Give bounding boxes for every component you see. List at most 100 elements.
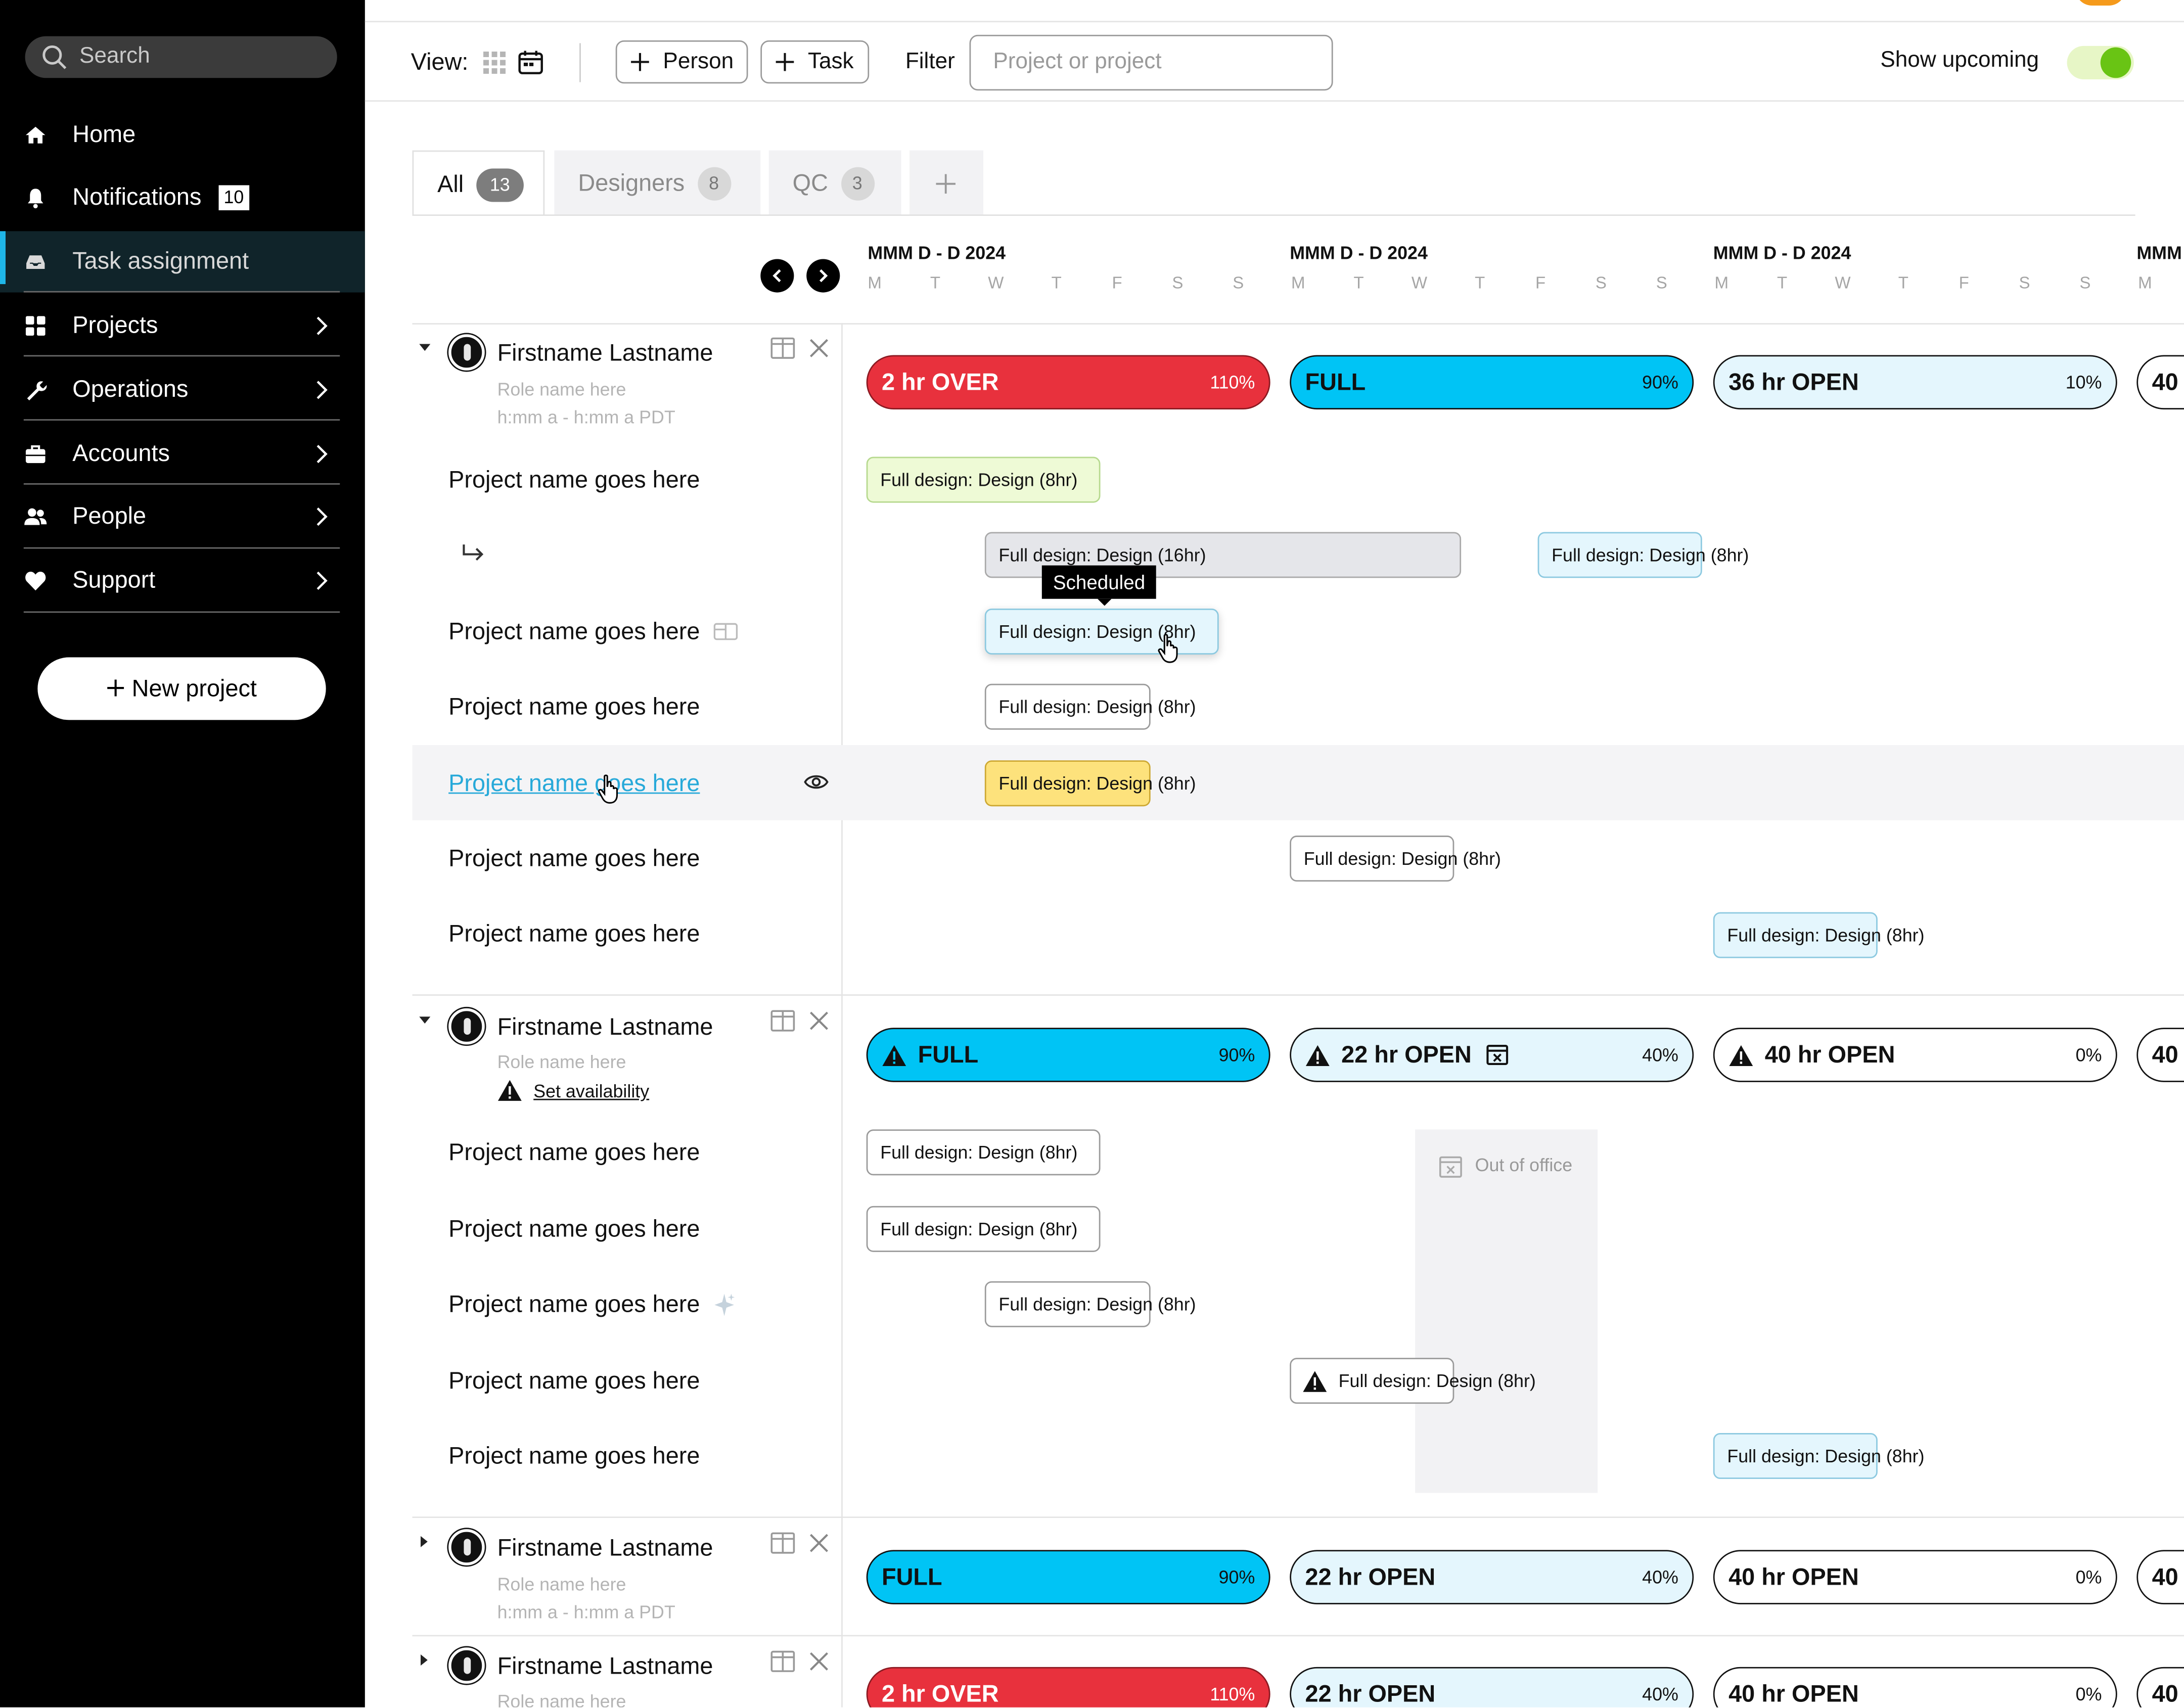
person-name: Firstname Lastname [497,340,713,366]
warning-icon [497,1080,522,1101]
project-name[interactable]: Project name goes here [448,845,700,873]
project-name[interactable]: Project name goes here [448,920,700,948]
prev-week-button[interactable] [760,259,794,293]
plus-icon [107,679,124,697]
eye-icon[interactable] [804,773,829,791]
project-name[interactable]: Project name goes here [448,618,700,646]
capacity-pill[interactable]: 40 [2136,1667,2184,1707]
day-label: S [1172,272,1184,293]
capacity-pill[interactable]: FULL 90% [866,1028,1270,1082]
sidebar-item-operations[interactable]: Operations [0,359,365,421]
close-icon[interactable] [809,338,829,358]
day-label: W [988,272,1004,293]
tab-all[interactable]: All 13 [412,150,545,216]
split-view-icon[interactable] [770,1009,796,1032]
project-name[interactable]: Project name goes here [448,694,700,721]
next-week-button[interactable] [806,259,840,293]
sidebar-item-people[interactable]: People [0,486,365,547]
capacity-pill[interactable]: 40 hr OPEN 0% [1713,1028,2117,1082]
tab-designers[interactable]: Designers 8 [554,150,761,216]
capacity-percent: 0% [2075,1044,2102,1066]
filter-input[interactable]: Project or project [969,34,1333,91]
capacity-pill[interactable]: 22 hr OPEN 40% [1290,1667,1694,1707]
task-chip-hovered[interactable]: Full design: Design (8hr) [984,608,1219,655]
close-icon[interactable] [809,1652,829,1672]
user-avatar[interactable] [2075,0,2126,6]
collapse-caret-icon[interactable] [419,344,431,351]
project-name[interactable]: Project name goes here [448,1368,700,1396]
project-name[interactable]: Project name goes here [448,1216,700,1243]
calendar-view-icon[interactable] [518,50,543,75]
warning-icon [1305,1045,1330,1067]
day-label: F [1112,272,1122,293]
tab-label: All [437,171,464,198]
task-chip[interactable]: Full design: Design (8hr) [984,683,1196,730]
expand-caret-icon[interactable] [421,1536,428,1547]
person-role: Role name here [497,1051,626,1073]
task-chip[interactable]: Full design: Design (8hr) [1537,532,1749,578]
expand-caret-icon[interactable] [421,1654,428,1666]
capacity-pill[interactable]: FULL 90% [1290,355,1694,409]
task-chip[interactable]: Full design: Design (8hr) [1713,912,1925,958]
task-chip[interactable]: Full design: Design (8hr) [984,1281,1196,1327]
sidebar-item-task-assignment[interactable]: Task assignment [0,231,365,293]
task-chip-warning[interactable]: Full design: Design (8hr) [1290,1358,1536,1404]
project-name[interactable]: Project name goes here [448,1443,700,1470]
task-chip[interactable]: Full design: Design (8hr) [984,760,1196,807]
task-chip[interactable]: Full design: Design (8hr) [866,456,1101,503]
close-icon[interactable] [809,1011,829,1031]
task-chip[interactable]: Full design: Design (8hr) [866,1129,1101,1176]
capacity-pill[interactable]: 22 hr OPEN 40% [1290,1550,1694,1604]
capacity-pill[interactable]: 40 [2136,1550,2184,1604]
sidebar-item-label: Operations [72,376,189,403]
capacity-pill[interactable]: 22 hr OPEN 40% [1290,1028,1694,1082]
task-chip[interactable]: Full design: Design (8hr) [1713,1433,1925,1479]
add-tab-button[interactable] [909,150,984,216]
project-link[interactable]: Project name goes here [448,770,700,798]
grid-view-icon[interactable] [483,51,506,74]
show-upcoming-toggle[interactable] [2067,45,2134,80]
tab-label: Designers [578,170,685,197]
tab-qc[interactable]: QC 3 [768,150,901,216]
project-name[interactable]: Project name goes here [448,467,700,494]
sidebar-item-home[interactable]: Home [0,105,365,166]
tab-count: 8 [697,167,731,201]
capacity-pill[interactable]: 2 hr OVER 110% [866,1667,1270,1707]
capacity-pill[interactable]: 40 [2136,1028,2184,1082]
chevron-right-icon [316,571,328,590]
new-project-button[interactable]: New project [37,657,326,720]
task-chip[interactable]: Full design: Design (8hr) [1290,836,1501,882]
capacity-pill[interactable]: 2 hr OVER 110% [866,355,1270,409]
capacity-pill[interactable]: 40 [2136,355,2184,409]
add-task-label: Task [807,50,854,74]
row-divider [412,1516,2184,1518]
warning-icon [1303,1371,1327,1392]
capacity-pill[interactable]: 40 hr OPEN 0% [1713,1550,2117,1604]
add-person-button[interactable]: Person [615,40,748,84]
capacity-percent: 110% [1210,372,1255,393]
close-icon[interactable] [809,1533,829,1553]
day-label: S [1595,272,1607,293]
task-chip[interactable]: Full design: Design (8hr) [866,1206,1101,1252]
capacity-pill[interactable]: FULL 90% [866,1550,1270,1604]
split-view-icon[interactable] [770,337,796,359]
day-label: M [868,272,882,293]
capacity-pill[interactable]: 40 hr OPEN 0% [1713,1667,2117,1707]
set-availability-link[interactable]: Set availability [533,1081,649,1101]
day-label: T [1353,272,1364,293]
project-name[interactable]: Project name goes here [448,1291,700,1319]
sidebar-item-accounts[interactable]: Accounts [0,424,365,485]
split-view-icon[interactable] [770,1532,796,1554]
split-view-icon[interactable] [770,1650,796,1673]
project-name[interactable]: Project name goes here [448,1139,700,1167]
search-input[interactable]: Search [25,36,337,78]
chevron-right-icon [316,507,328,526]
sidebar-item-support[interactable]: Support [0,550,365,611]
sidebar-item-notifications[interactable]: Notifications 10 [0,167,365,228]
day-label: S [2079,272,2091,293]
sidebar-item-projects[interactable]: Projects [0,295,365,356]
chevron-right-icon [820,269,828,283]
capacity-pill[interactable]: 36 hr OPEN 10% [1713,355,2117,409]
collapse-caret-icon[interactable] [419,1017,431,1024]
add-task-button[interactable]: Task [760,40,870,84]
